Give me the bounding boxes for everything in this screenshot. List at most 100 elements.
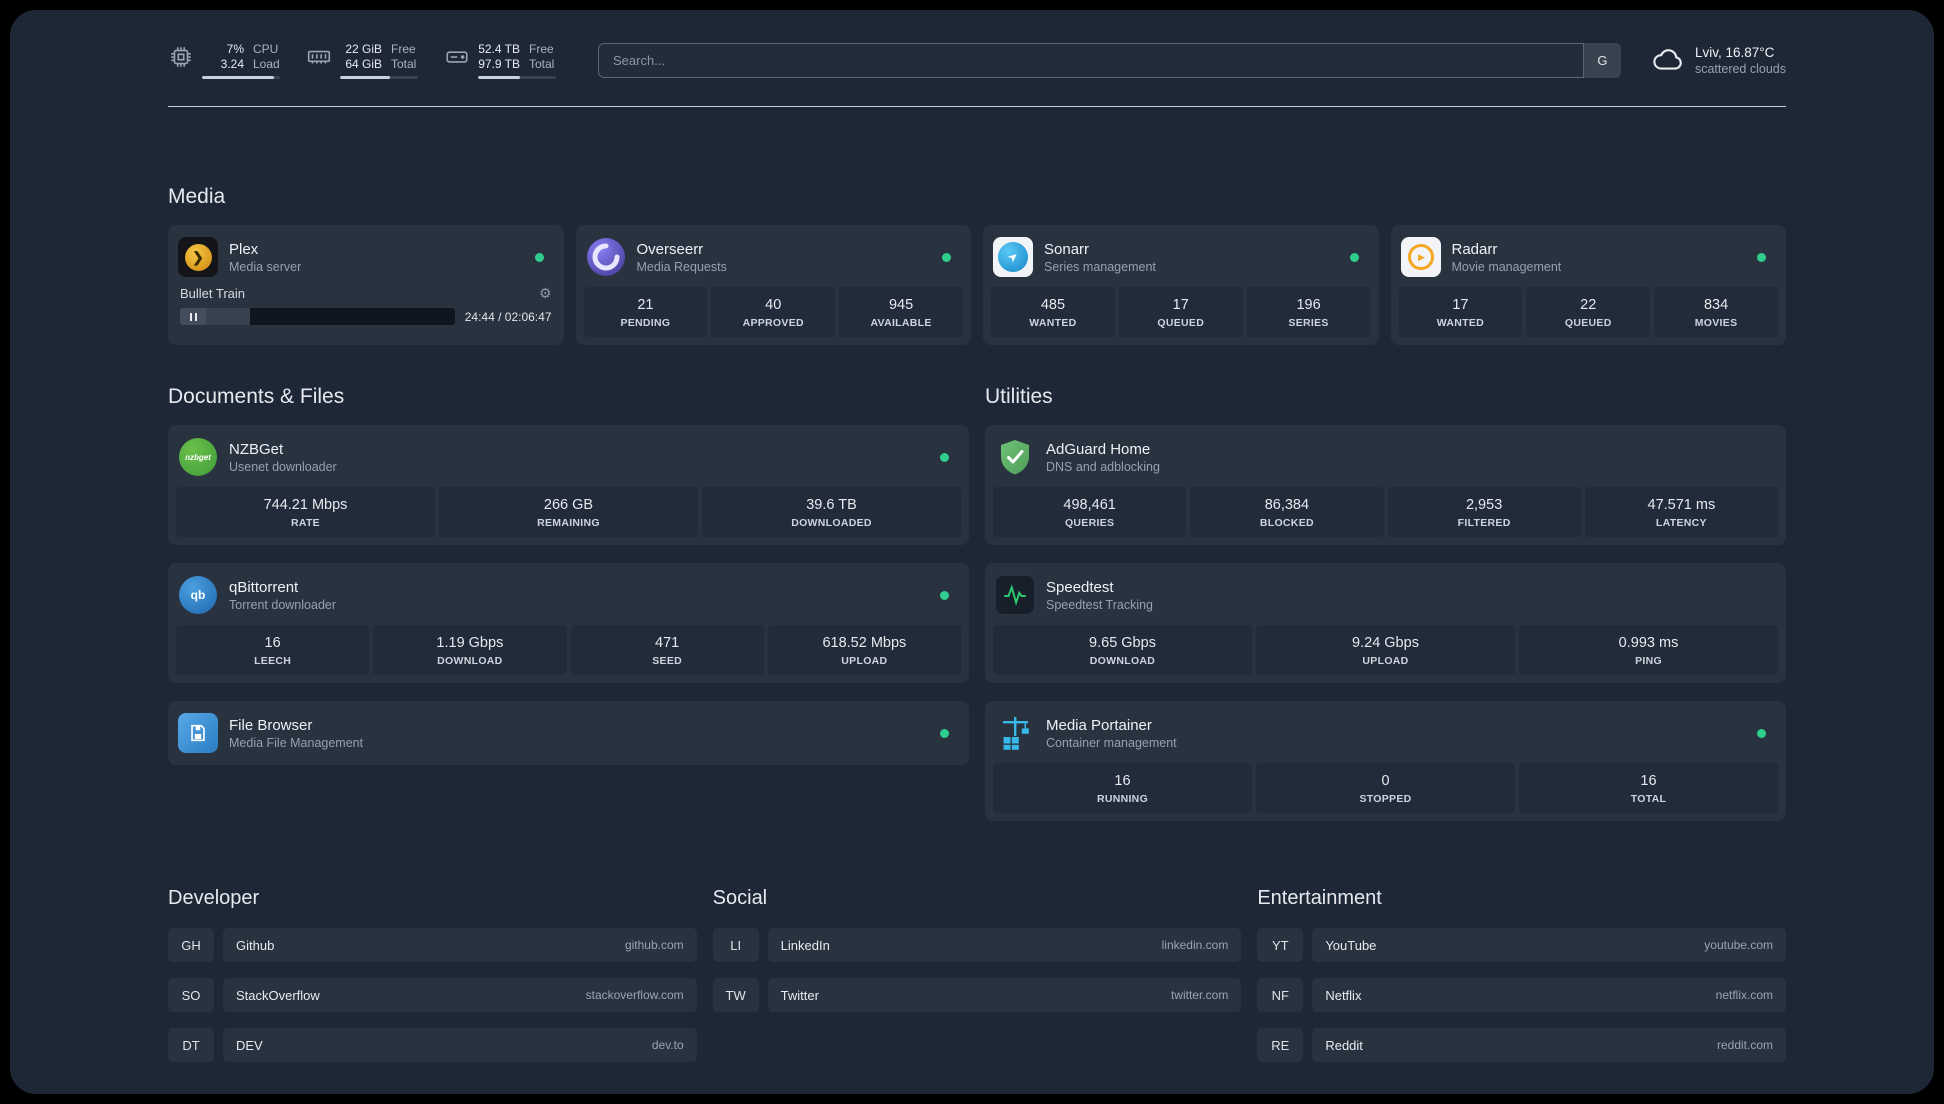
bookmarks-section: Developer GH Github github.com SO StackO… [168,887,1786,1078]
stat-series: 196 SERIES [1246,287,1371,337]
stat-leech: 16 LEECH [176,625,370,675]
stat-queued: 22 QUEUED [1526,287,1651,337]
stat-downloaded: 39.6 TB DOWNLOADED [702,487,961,537]
bookmark-abbr[interactable]: NF [1257,978,1304,1012]
playback-progress-fill [206,308,250,325]
bookmark-link[interactable]: Twitter twitter.com [767,978,1242,1012]
adguard-shield-icon [995,437,1035,477]
search-provider-label: G [1597,52,1608,68]
group-title-entertainment: Entertainment [1257,887,1382,909]
bookmark-group-social: Social LI LinkedIn linkedin.com TW Twitt… [712,887,1242,1078]
app-card-overseerr[interactable]: Overseerr Media Requests 21 PENDING 40 APP… [575,225,971,345]
section-title-utilities: Utilities [985,385,1053,408]
cpu-widget: 7% 3.24 CPU Load [168,42,280,79]
cloud-icon [1653,49,1682,70]
status-dot [940,452,949,462]
bookmark-youtube[interactable]: YT YouTube youtube.com [1257,928,1786,962]
section-title-media: Media [168,185,226,208]
weather-widget: Lviv, 16.87°C scattered clouds [1651,43,1786,77]
app-name: Plex [229,240,259,258]
now-playing-title: Bullet Train [180,286,246,301]
status-dot [534,252,544,262]
portainer-crane-icon [995,713,1035,753]
bookmark-dev[interactable]: DT DEV dev.to [168,1028,697,1062]
app-name: Sonarr [1044,240,1090,258]
stat-total: 16 TOTAL [1519,763,1778,813]
app-name: Speedtest [1046,578,1114,596]
bookmark-linkedin[interactable]: LI LinkedIn linkedin.com [712,928,1242,962]
utilities-column: Utilities AdGuard Home DNS and adblockin… [985,385,1786,839]
app-card-plex[interactable]: ❯ Plex Media server Bullet Train ⚙ 24:44… [168,225,564,345]
ram-free-label: Free [391,41,416,56]
app-card-qbittorrent[interactable]: qb qBittorrent Torrent downloader 16 LEEC… [168,563,969,683]
app-name: qBittorrent [229,578,299,596]
app-card-nzbget[interactable]: nzbget NZBGet Usenet downloader 744.21 M… [168,425,969,545]
search-input[interactable] [598,42,1621,78]
app-card-adguard[interactable]: AdGuard Home DNS and adblocking 498,461 Q… [985,425,1786,545]
plex-now-playing: Bullet Train ⚙ 24:44 / 02:06:47 [176,283,556,329]
top-bar: 7% 3.24 CPU Load 22 GiB 64 GiB Free Tota… [168,34,1786,86]
app-card-portainer[interactable]: Media Portainer Container management 16 R… [985,701,1786,821]
app-name: Radarr [1451,240,1498,258]
bookmark-abbr[interactable]: DT [168,1028,214,1062]
app-subtitle: Media File Management [229,735,364,750]
app-name: AdGuard Home [1046,440,1151,458]
qbittorrent-icon: qb [178,575,218,615]
app-card-sonarr[interactable]: ➤ Sonarr Series management 485 WANTED 17 Q… [983,225,1379,345]
group-title-developer: Developer [168,887,260,909]
pause-button[interactable] [180,308,206,325]
stat-pending: 21 PENDING [583,287,708,337]
bookmark-stackoverflow[interactable]: SO StackOverflow stackoverflow.com [168,978,697,1012]
disk-bar [478,75,556,79]
status-dot [942,252,951,262]
disk-free-label: Free [529,41,554,56]
app-name: NZBGet [229,440,284,458]
status-dot [1757,252,1766,262]
bookmark-abbr[interactable]: LI [712,928,759,962]
stat-seed: 471 SEED [570,625,764,675]
search-provider-button[interactable]: G [1582,42,1621,78]
speedtest-icon [995,575,1035,615]
bookmark-twitter[interactable]: TW Twitter twitter.com [712,978,1242,1012]
ram-widget: 22 GiB 64 GiB Free Total [306,42,418,79]
hard-drive-icon [446,50,468,63]
stat-stopped: 0 STOPPED [1256,763,1515,813]
bookmark-link[interactable]: YouTube youtube.com [1312,928,1786,962]
bookmark-abbr[interactable]: TW [712,978,759,1012]
stat-upload: 618.52 Mbps UPLOAD [767,625,961,675]
bookmark-abbr[interactable]: RE [1257,1028,1304,1062]
bookmark-netflix[interactable]: NF Netflix netflix.com [1257,978,1786,1012]
bookmark-link[interactable]: DEV dev.to [223,1028,697,1062]
bookmark-link[interactable]: Github github.com [223,928,697,962]
stat-download: 9.65 Gbps DOWNLOAD [993,625,1252,675]
app-card-filebrowser[interactable]: File Browser Media File Management [168,701,969,765]
bookmark-abbr[interactable]: SO [168,978,214,1012]
bookmark-link[interactable]: StackOverflow stackoverflow.com [223,978,697,1012]
status-dot [940,590,949,600]
app-name: Overseerr [636,240,704,258]
app-subtitle: DNS and adblocking [1046,459,1160,474]
disk-widget: 52.4 TB 97.9 TB Free Total [444,42,556,79]
bookmark-link[interactable]: Reddit reddit.com [1312,1028,1786,1062]
app-card-radarr[interactable]: ▶ Radarr Movie management 17 WANTED 22 QUE… [1390,225,1786,345]
resource-widgets: 7% 3.24 CPU Load 22 GiB 64 GiB Free Tota… [168,42,556,79]
disk-free-value: 52.4 TB [478,41,520,56]
app-subtitle: Media server [229,259,302,274]
playback-time: 24:44 / 02:06:47 [464,309,552,324]
bookmark-github[interactable]: GH Github github.com [168,928,697,962]
memory-icon [307,50,331,63]
stat-ping: 0.993 ms PING [1519,625,1778,675]
ram-total-value: 64 GiB [345,56,382,71]
app-subtitle: Speedtest Tracking [1046,597,1154,612]
bookmark-link[interactable]: LinkedIn linkedin.com [767,928,1242,962]
playback-progress-bar[interactable] [180,308,455,325]
bookmark-reddit[interactable]: RE Reddit reddit.com [1257,1028,1786,1062]
stat-approved: 40 APPROVED [711,287,836,337]
stat-filtered: 2,953 FILTERED [1387,487,1581,537]
bookmark-link[interactable]: Netflix netflix.com [1312,978,1786,1012]
ram-bar [340,75,418,79]
bookmark-abbr[interactable]: YT [1257,928,1304,962]
gear-icon[interactable]: ⚙ [539,285,552,302]
app-card-speedtest[interactable]: Speedtest Speedtest Tracking 9.65 Gbps DO… [985,563,1786,683]
bookmark-abbr[interactable]: GH [168,928,214,962]
